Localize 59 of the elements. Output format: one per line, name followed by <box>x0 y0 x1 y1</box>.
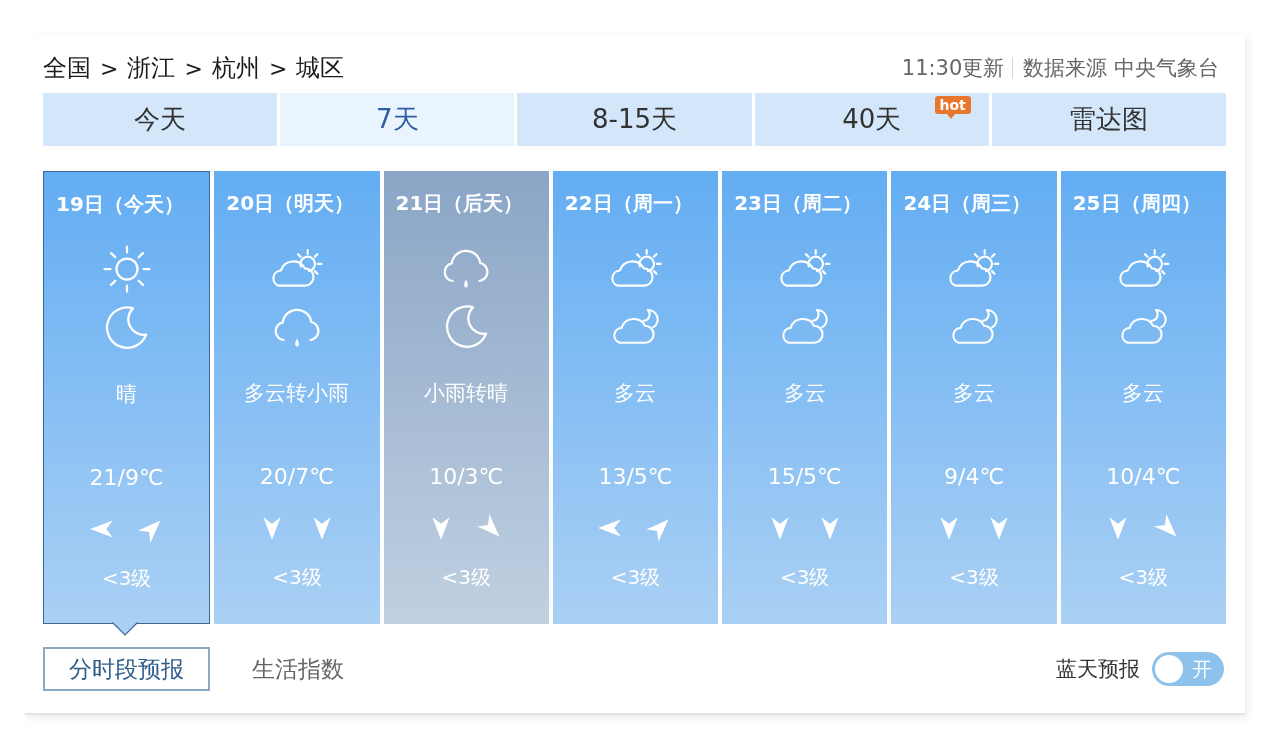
weather-text: 晴 <box>116 381 138 408</box>
tab[interactable]: 40天 hot <box>754 93 989 146</box>
moon-icon <box>444 305 488 349</box>
cloud-moon-icon <box>611 308 660 346</box>
wind-level: <3级 <box>780 564 830 590</box>
tab[interactable]: 8-15天 <box>517 93 752 146</box>
weather-text: 多云 <box>614 380 657 407</box>
tab[interactable]: 7天 <box>280 93 515 146</box>
cloud-sun-icon <box>270 247 324 289</box>
day-date: 25日（周四） <box>1072 190 1201 217</box>
weather-text: 小雨转晴 <box>424 380 509 407</box>
cloud-sun-icon <box>1116 247 1171 289</box>
breadcrumb-separator: > <box>100 55 119 81</box>
cloud-moon-icon <box>780 308 830 346</box>
cloud-sun-icon <box>608 247 663 289</box>
weather-text: 多云 <box>1122 380 1165 407</box>
tab[interactable]: 分时段预报 <box>43 647 210 691</box>
tab[interactable]: 雷达图 <box>991 93 1226 146</box>
tab[interactable]: 今天 <box>43 93 278 146</box>
pointer-icon <box>111 622 138 636</box>
day-date: 23日（周二） <box>734 190 862 217</box>
weather-text: 多云转小雨 <box>244 380 350 407</box>
wind-level: <3级 <box>272 564 322 590</box>
cloud-sun-icon <box>947 247 1001 289</box>
cloud-sun-icon <box>777 247 832 289</box>
breadcrumb-separator: > <box>184 55 203 81</box>
toggle-label: 蓝天预报 <box>1056 656 1140 683</box>
breadcrumb-link[interactable]: 浙江 <box>127 52 176 84</box>
cloud-rain-icon <box>442 247 491 289</box>
weather-text: 多云 <box>783 380 826 407</box>
cloud-moon-icon <box>949 308 999 346</box>
temperature: 21/9℃ <box>89 464 164 492</box>
temperature: 10/3℃ <box>429 463 504 491</box>
weather-text: 多云 <box>953 380 996 407</box>
temperature: 20/7℃ <box>259 463 334 491</box>
cloud-moon-icon <box>1118 308 1168 346</box>
breadcrumb-link[interactable]: 全国 <box>43 52 91 84</box>
wind-level: <3级 <box>949 564 999 590</box>
breadcrumb-separator: > <box>268 55 288 81</box>
wind-level: <3级 <box>101 565 152 591</box>
wind-level: <3级 <box>441 564 491 590</box>
day-date: 19日（今天） <box>56 191 184 218</box>
sun-icon <box>102 245 151 293</box>
update-time: 11:30更新 <box>901 55 1005 82</box>
temperature: 10/4℃ <box>1106 463 1181 491</box>
day-date: 24日（周三） <box>903 190 1032 217</box>
moon-icon <box>104 306 149 350</box>
wind-level: <3级 <box>610 564 661 590</box>
breadcrumb-link[interactable]: 杭州 <box>211 52 260 84</box>
temperature: 15/5℃ <box>767 463 842 491</box>
day-date: 22日（周一） <box>564 190 693 217</box>
day-date: 20日（明天） <box>226 190 355 217</box>
temperature: 13/5℃ <box>598 463 673 491</box>
breadcrumb-link[interactable]: 城区 <box>296 52 345 84</box>
day-date: 21日（后天） <box>395 190 524 217</box>
cloud-rain-icon <box>272 306 321 348</box>
wind-level: <3级 <box>1118 564 1169 590</box>
temperature: 9/4℃ <box>944 463 1005 491</box>
data-source: 数据来源 中央气象台 <box>1012 57 1219 79</box>
